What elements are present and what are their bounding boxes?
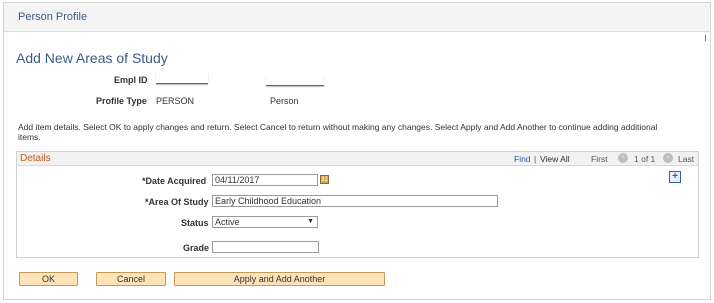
status-select[interactable]: Active ▼ (212, 216, 318, 228)
area-of-study-input[interactable]: Early Childhood Education (212, 195, 498, 207)
view-all-link[interactable]: View All (540, 154, 570, 164)
previous-icon[interactable]: ‹ (618, 153, 628, 163)
cancel-button[interactable]: Cancel (96, 272, 166, 286)
profile-type-value: PERSON (156, 96, 195, 106)
chevron-down-icon: ▼ (307, 218, 314, 225)
status-label: Status (181, 218, 209, 228)
instructions-text: Add item details. Select OK to apply cha… (18, 122, 658, 142)
details-title: Details (20, 153, 51, 164)
row-range: 1 of 1 (634, 154, 656, 164)
profile-type-desc: Person (270, 96, 299, 106)
next-icon[interactable]: › (663, 153, 673, 163)
grade-label: Grade (183, 243, 210, 253)
find-link[interactable]: Find (514, 154, 531, 164)
empl-id-value (156, 73, 208, 84)
status-select-value: Active (215, 217, 240, 227)
separator: | (534, 154, 537, 164)
header-title: Person Profile (18, 11, 88, 23)
empl-id-label: Empl ID (114, 75, 148, 85)
date-acquired-label: *Date Acquired (142, 176, 207, 186)
grade-input[interactable] (212, 241, 319, 253)
details-header: Details Find | View All First ‹ 1 of 1 ›… (17, 152, 698, 166)
add-row-icon[interactable]: + (669, 171, 681, 183)
scroll-marker (705, 35, 706, 41)
first-label: First (591, 154, 608, 164)
profile-type-label: Profile Type (96, 96, 147, 106)
header-bar: Person Profile (4, 3, 710, 32)
area-of-study-label: *Area Of Study (145, 197, 209, 207)
page-title: Add New Areas of Study (16, 50, 168, 66)
empl-name-value (266, 75, 324, 86)
ok-button[interactable]: OK (19, 272, 78, 286)
calendar-icon[interactable]: 31 (320, 175, 329, 184)
date-acquired-input[interactable]: 04/11/2017 (212, 174, 318, 186)
apply-and-add-button[interactable]: Apply and Add Another (174, 272, 385, 286)
last-label: Last (678, 154, 695, 164)
